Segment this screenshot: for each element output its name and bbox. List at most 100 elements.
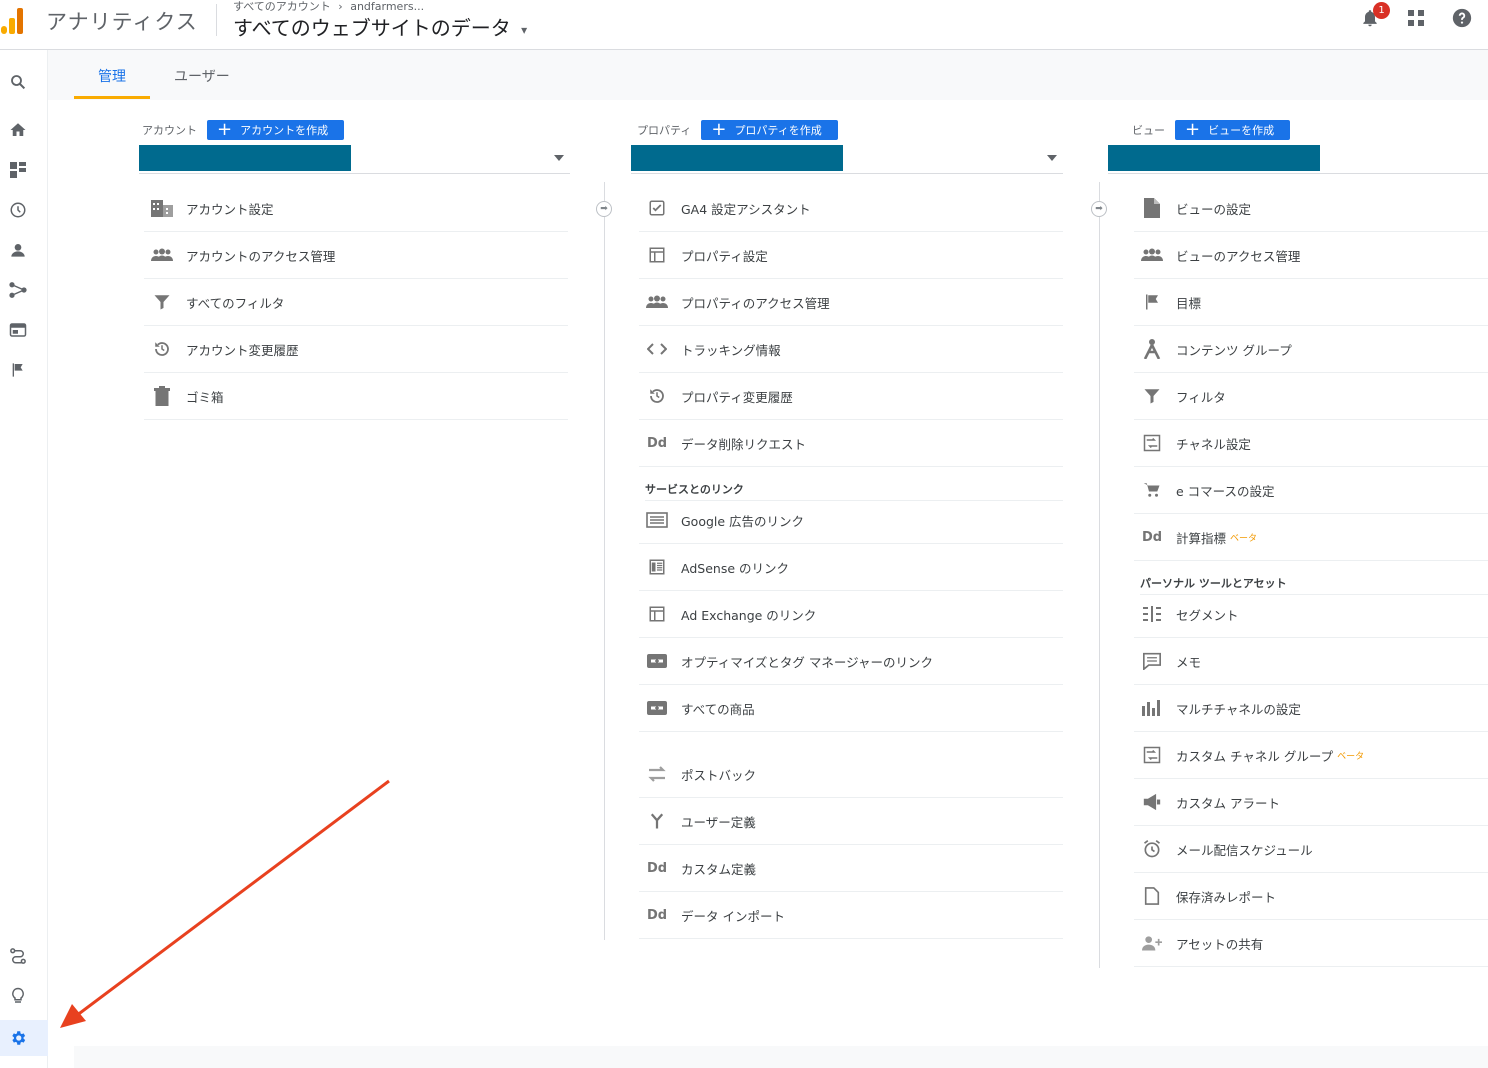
person-add-icon bbox=[1140, 931, 1164, 955]
ga4-setup-assistant-item[interactable]: GA4 設定アシスタント bbox=[639, 185, 1063, 232]
segments-item[interactable]: セグメント bbox=[1134, 591, 1488, 638]
ad-exchange-link-item[interactable]: Ad Exchange のリンク bbox=[639, 591, 1063, 638]
item-label: プロパティ変更履歴 bbox=[681, 389, 793, 405]
conversions-flag-icon[interactable] bbox=[8, 360, 28, 380]
analytics-logo-icon[interactable] bbox=[0, 6, 28, 34]
fork-icon bbox=[645, 809, 669, 833]
item-label: 保存済みレポート bbox=[1176, 889, 1277, 905]
all-products-item[interactable]: すべての商品 bbox=[639, 685, 1063, 732]
page-icon bbox=[1140, 884, 1164, 908]
content-grouping-item[interactable]: コンテンツ グループ bbox=[1134, 326, 1488, 373]
scheduled-emails-item[interactable]: メール配信スケジュール bbox=[1134, 826, 1488, 873]
view-settings-item[interactable]: ビューの設定 bbox=[1134, 185, 1488, 232]
filter-icon bbox=[1140, 384, 1164, 408]
view-selector-title: すべてのウェブサイトのデータ bbox=[233, 16, 511, 40]
channel-icon bbox=[1140, 431, 1164, 455]
behavior-icon[interactable] bbox=[8, 320, 28, 340]
apps-button[interactable] bbox=[1404, 6, 1428, 30]
multichannel-settings-item[interactable]: マルチチャネルの設定 bbox=[1134, 685, 1488, 732]
customization-icon[interactable] bbox=[8, 160, 28, 180]
view-selector[interactable]: すべてのウェブサイトのデータ ▾ bbox=[233, 12, 527, 41]
view-selector-dropdown[interactable] bbox=[1108, 145, 1488, 174]
account-access-item[interactable]: アカウントのアクセス管理 bbox=[144, 232, 568, 279]
caret-down-icon: ▾ bbox=[521, 22, 528, 37]
item-label: データ削除リクエスト bbox=[681, 436, 807, 452]
channel-settings-item[interactable]: チャネル設定 bbox=[1134, 420, 1488, 467]
attribution-icon[interactable] bbox=[8, 946, 28, 966]
item-label: マルチチャネルの設定 bbox=[1176, 701, 1301, 717]
create-property-button[interactable]: + プロパティを作成 bbox=[701, 120, 838, 140]
tab-admin[interactable]: 管理 bbox=[98, 66, 126, 86]
home-icon[interactable] bbox=[8, 120, 28, 140]
property-column-label: プロパティ bbox=[637, 124, 692, 137]
channel-icon bbox=[1140, 743, 1164, 767]
admin-gear-icon[interactable] bbox=[8, 1028, 28, 1048]
adsense-link-item[interactable]: AdSense のリンク bbox=[639, 544, 1063, 591]
property-change-history-item[interactable]: プロパティ変更履歴 bbox=[639, 373, 1063, 420]
alarm-icon bbox=[1140, 837, 1164, 861]
item-label: アカウント設定 bbox=[186, 201, 274, 217]
dd-icon: Dd bbox=[646, 860, 668, 876]
link-icon bbox=[645, 696, 669, 720]
data-import-item[interactable]: Dd データ インポート bbox=[639, 892, 1063, 939]
item-label: ユーザー定義 bbox=[681, 814, 756, 830]
tracking-info-item[interactable]: トラッキング情報 bbox=[639, 326, 1063, 373]
account-change-history-item[interactable]: アカウント変更履歴 bbox=[144, 326, 568, 373]
dd-icon: Dd bbox=[646, 907, 668, 923]
notification-badge: 1 bbox=[1373, 2, 1390, 19]
item-label: アカウントのアクセス管理 bbox=[186, 248, 336, 264]
create-property-label: プロパティを作成 bbox=[734, 124, 822, 137]
trash-item[interactable]: ゴミ箱 bbox=[144, 373, 568, 420]
checkbox-icon bbox=[645, 196, 669, 220]
account-column-header: アカウント + アカウントを作成 bbox=[142, 120, 345, 140]
property-settings-item[interactable]: プロパティ設定 bbox=[639, 232, 1063, 279]
custom-channel-grouping-item[interactable]: カスタム チャネル グループ ベータ bbox=[1134, 732, 1488, 779]
create-view-button[interactable]: + ビューを作成 bbox=[1175, 120, 1291, 140]
postbacks-item[interactable]: ポストバック bbox=[639, 751, 1063, 798]
search-icon[interactable] bbox=[8, 72, 28, 92]
saved-reports-item[interactable]: 保存済みレポート bbox=[1134, 873, 1488, 920]
optimize-tag-manager-link-item[interactable]: オプティマイズとタグ マネージャーのリンク bbox=[639, 638, 1063, 685]
account-settings-item[interactable]: アカウント設定 bbox=[144, 185, 568, 232]
item-label: アカウント変更履歴 bbox=[186, 342, 299, 358]
app-name: アナリティクス bbox=[46, 10, 198, 34]
google-ads-link-item[interactable]: Google 広告のリンク bbox=[639, 497, 1063, 544]
ecommerce-settings-item[interactable]: e コマースの設定 bbox=[1134, 467, 1488, 514]
create-view-label: ビューを作成 bbox=[1208, 124, 1275, 137]
account-selector[interactable] bbox=[139, 145, 570, 174]
notifications-button[interactable]: 1 bbox=[1358, 2, 1390, 30]
acquisition-icon[interactable] bbox=[8, 280, 28, 300]
property-selector[interactable] bbox=[631, 145, 1063, 174]
all-filters-item[interactable]: すべてのフィルタ bbox=[144, 279, 568, 326]
item-label: チャネル設定 bbox=[1176, 436, 1251, 452]
user-definitions-item[interactable]: ユーザー定義 bbox=[639, 798, 1063, 845]
insights-bulb-icon[interactable] bbox=[8, 986, 28, 1006]
column-divider bbox=[604, 182, 605, 940]
help-icon bbox=[1452, 8, 1472, 28]
beta-badge: ベータ bbox=[1230, 533, 1258, 544]
item-label: メール配信スケジュール bbox=[1176, 842, 1313, 858]
goals-item[interactable]: 目標 bbox=[1134, 279, 1488, 326]
create-account-label: アカウントを作成 bbox=[240, 124, 329, 137]
custom-alerts-item[interactable]: カスタム アラート bbox=[1134, 779, 1488, 826]
column-divider bbox=[1099, 182, 1100, 968]
property-access-item[interactable]: プロパティのアクセス管理 bbox=[639, 279, 1063, 326]
item-label: フィルタ bbox=[1176, 389, 1226, 405]
segment-icon bbox=[1140, 602, 1164, 626]
audience-person-icon[interactable] bbox=[8, 240, 28, 260]
item-label: カスタム定義 bbox=[681, 861, 757, 877]
view-filters-item[interactable]: フィルタ bbox=[1134, 373, 1488, 420]
help-button[interactable] bbox=[1450, 6, 1474, 30]
calculated-metrics-item[interactable]: Dd 計算指標 ベータ bbox=[1134, 514, 1488, 561]
view-access-item[interactable]: ビューのアクセス管理 bbox=[1134, 232, 1488, 279]
annotations-item[interactable]: メモ bbox=[1134, 638, 1488, 685]
custom-definitions-item[interactable]: Dd カスタム定義 bbox=[639, 845, 1063, 892]
share-assets-item[interactable]: アセットの共有 bbox=[1134, 920, 1488, 967]
realtime-clock-icon[interactable] bbox=[8, 200, 28, 220]
create-account-button[interactable]: + アカウントを作成 bbox=[207, 120, 345, 140]
data-deletion-request-item[interactable]: Dd データ削除リクエスト bbox=[639, 420, 1063, 467]
property-selector-value bbox=[631, 145, 843, 171]
document-icon bbox=[1140, 196, 1164, 220]
dd-icon: Dd bbox=[1141, 529, 1163, 545]
tab-user[interactable]: ユーザー bbox=[174, 66, 230, 86]
